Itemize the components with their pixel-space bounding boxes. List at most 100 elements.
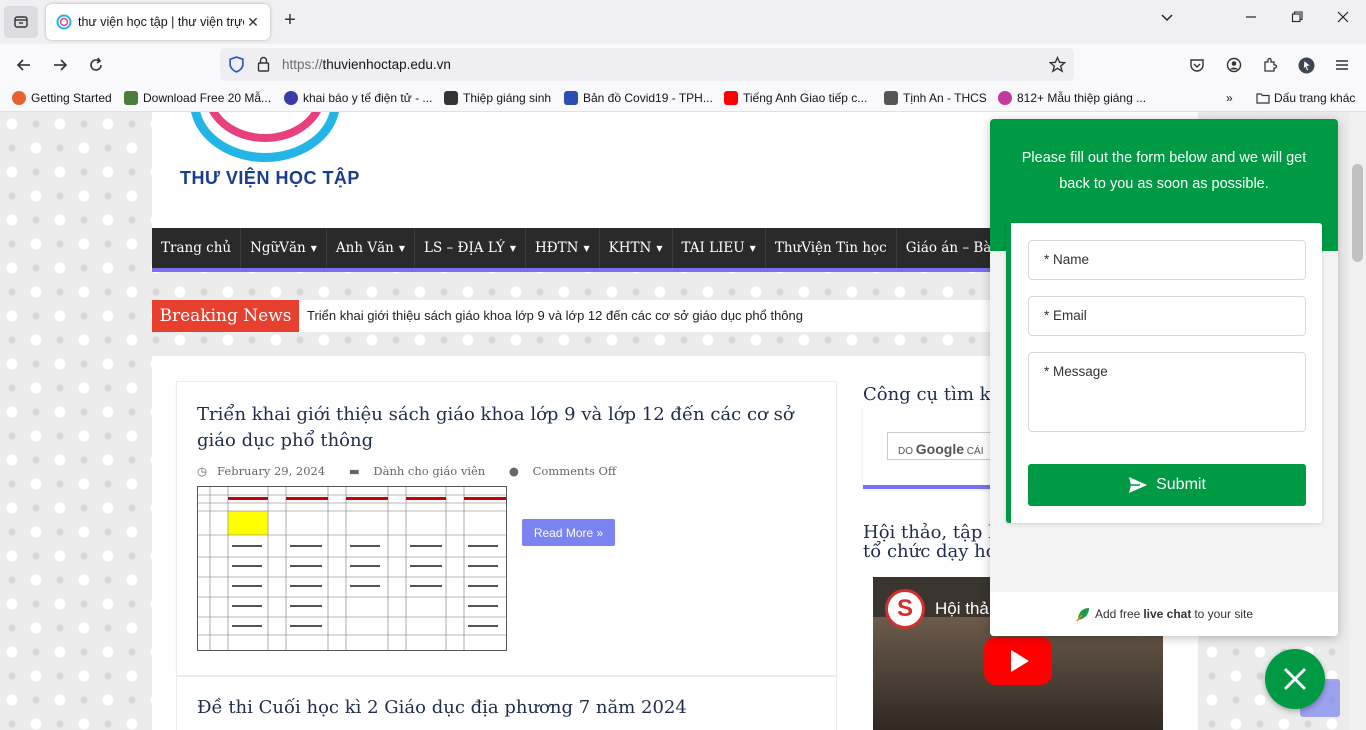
list-all-tabs-icon[interactable] (1156, 10, 1178, 32)
bookmark-label: Tiếng Anh Giao tiếp c... (743, 91, 868, 105)
bookmark-label: Getting Started (31, 91, 112, 105)
post-title[interactable]: Đề thi Cuối học kì 2 Giáo dục địa phương… (197, 697, 687, 718)
menu-label: NgữVăn (250, 240, 306, 256)
heading-line: tổ chức dạy họ (863, 541, 997, 562)
heading-line: Hội thảo, tập h (863, 522, 1000, 543)
channel-logo-icon[interactable]: S (885, 589, 925, 629)
scrollbar-thumb[interactable] (1352, 164, 1363, 262)
bookmark-item[interactable]: Getting Started (12, 91, 112, 105)
tab-title: thư viện học tập | thư viện trực (78, 15, 244, 29)
bookmark-item[interactable]: Download Free 20 Mẫ... (124, 91, 271, 105)
name-field[interactable]: * Name (1028, 240, 1306, 280)
health-declaration-icon (284, 91, 298, 105)
menu-item-ls-dia-ly[interactable]: LS – ĐỊA LÝ ▼ (415, 228, 526, 268)
caret-down-icon: ▼ (310, 243, 317, 253)
bookmark-label: khai báo y tế điện tử - ... (303, 91, 433, 105)
menu-label: TAI LIEU (681, 240, 745, 256)
bookmarks-overflow-icon[interactable]: » (1226, 91, 1233, 105)
post-thumbnail[interactable] (197, 486, 507, 651)
bookmark-label: Bản đồ Covid19 - TPH... (583, 91, 713, 105)
menu-item-trang-chu[interactable]: Trang chủ (152, 228, 242, 268)
post-comments-text: Comments Off (532, 464, 617, 478)
post-date-text: February 29, 2024 (217, 464, 326, 478)
bookmark-item[interactable]: Tịnh An - THCS (884, 91, 987, 105)
widget-footer[interactable]: Add free live chat to your site (990, 592, 1338, 636)
url-bar[interactable]: https://thuvienhoctap.edu.vn (220, 48, 1074, 81)
google-search-widget: DO Google CÁI (863, 406, 1007, 489)
close-widget-button[interactable] (1265, 649, 1325, 709)
back-arrow-icon[interactable] (12, 53, 36, 77)
tab-close-icon[interactable]: ✕ (244, 14, 262, 31)
bookmark-star-icon[interactable] (1049, 56, 1066, 73)
extensions-icon[interactable] (1258, 53, 1282, 77)
contact-form: * Name * Email * Message Submit (1006, 223, 1322, 523)
menu-label: HĐTN (535, 240, 579, 256)
submit-button[interactable]: Submit (1028, 464, 1306, 506)
bookmark-item[interactable]: 812+ Mẫu thiệp giáng ... (998, 91, 1146, 105)
email-field[interactable]: * Email (1028, 296, 1306, 336)
bookmark-item[interactable]: Bản đồ Covid19 - TPH... (564, 91, 713, 105)
caret-down-icon: ▼ (509, 243, 516, 253)
footer-text: to your site (1194, 607, 1254, 621)
post-card: Triển khai giới thiệu sách giáo khoa lớp… (176, 381, 837, 676)
youtube-play-icon[interactable] (984, 637, 1052, 685)
url-scheme: https:// (282, 57, 323, 72)
search-suffix: CÁI (966, 446, 984, 457)
folder-icon (1256, 93, 1270, 104)
home-icon (444, 91, 458, 105)
message-field[interactable]: * Message (1028, 352, 1306, 432)
forward-arrow-icon[interactable] (48, 53, 72, 77)
post-comments: ● Comments Off (509, 464, 626, 478)
account-icon[interactable] (1222, 53, 1246, 77)
close-icon (1283, 667, 1307, 691)
tracking-shield-icon[interactable] (228, 56, 245, 73)
bookmark-item[interactable]: Thiệp giáng sinh (444, 91, 551, 105)
menu-label: Trang chủ (161, 240, 232, 256)
hamburger-menu-icon[interactable] (1330, 53, 1354, 77)
tab-list-button[interactable] (4, 6, 38, 38)
active-tab[interactable]: thư viện học tập | thư viện trực ✕ (46, 4, 270, 40)
menu-item-tai-lieu[interactable]: TAI LIEU ▼ (673, 228, 766, 268)
restore-button[interactable] (1286, 10, 1308, 32)
new-tab-button[interactable]: + (279, 10, 301, 32)
map-icon (564, 91, 578, 105)
folder-label: Dấu trang khác (1274, 91, 1356, 105)
menu-item-anh-van[interactable]: Anh Văn ▼ (327, 228, 415, 268)
page-scrollbar[interactable] (1349, 112, 1366, 730)
chat-leaf-icon (1076, 608, 1089, 622)
card-icon (998, 91, 1012, 105)
menu-item-hdtn[interactable]: HĐTN ▼ (526, 228, 600, 268)
menu-item-thu-vien-tin-hoc[interactable]: ThưViện Tin học (766, 228, 897, 268)
clock-icon: ◷ (197, 464, 208, 478)
pocket-icon[interactable] (1185, 53, 1209, 77)
contact-form-widget: Please fill out the form below and we wi… (990, 119, 1338, 636)
reload-icon[interactable] (84, 53, 108, 77)
read-more-button[interactable]: Read More » (522, 519, 615, 546)
bookmark-label: Thiệp giáng sinh (463, 91, 552, 105)
video-title[interactable]: Hội thả (935, 599, 989, 619)
menu-item-ngu-van[interactable]: NgữVăn ▼ (241, 228, 327, 268)
url-text[interactable]: https://thuvienhoctap.edu.vn (282, 57, 451, 72)
profile-avatar-icon[interactable] (1294, 53, 1318, 77)
post-meta: ◷ February 29, 2024 ▬ Dành cho giáo viên … (197, 464, 636, 478)
sidebar-search-heading: Công cụ tìm ki (863, 384, 997, 405)
caret-down-icon: ▼ (398, 243, 405, 253)
bookmark-label: Download Free 20 Mẫ... (143, 91, 272, 105)
site-favicon-icon (56, 14, 72, 30)
post-title[interactable]: Triển khai giới thiệu sách giáo khoa lớp… (197, 402, 817, 454)
minimize-button[interactable] (1240, 10, 1262, 32)
caret-down-icon: ▼ (656, 243, 663, 253)
other-bookmarks-folder[interactable]: Dấu trang khác (1256, 91, 1355, 105)
site-logo-text[interactable]: THƯ VIỆN HỌC TẬP (180, 168, 360, 189)
post-date: ◷ February 29, 2024 (197, 464, 335, 478)
lock-icon[interactable] (256, 56, 271, 72)
bookmark-item[interactable]: Tiếng Anh Giao tiếp c... (724, 91, 867, 105)
bookmark-item[interactable]: khai báo y tế điện tử - ... (284, 91, 432, 105)
search-prefix: DO (898, 446, 913, 457)
menu-item-khtn[interactable]: KHTN ▼ (600, 228, 673, 268)
google-search-input[interactable]: DO Google CÁI (887, 432, 1007, 460)
close-window-button[interactable] (1332, 10, 1354, 32)
breaking-news-link[interactable]: Triển khai giới thiệu sách giáo khoa lớp… (307, 308, 803, 323)
schedule-table-image (198, 487, 506, 650)
post-category[interactable]: ▬ Dành cho giáo viên (349, 464, 495, 478)
